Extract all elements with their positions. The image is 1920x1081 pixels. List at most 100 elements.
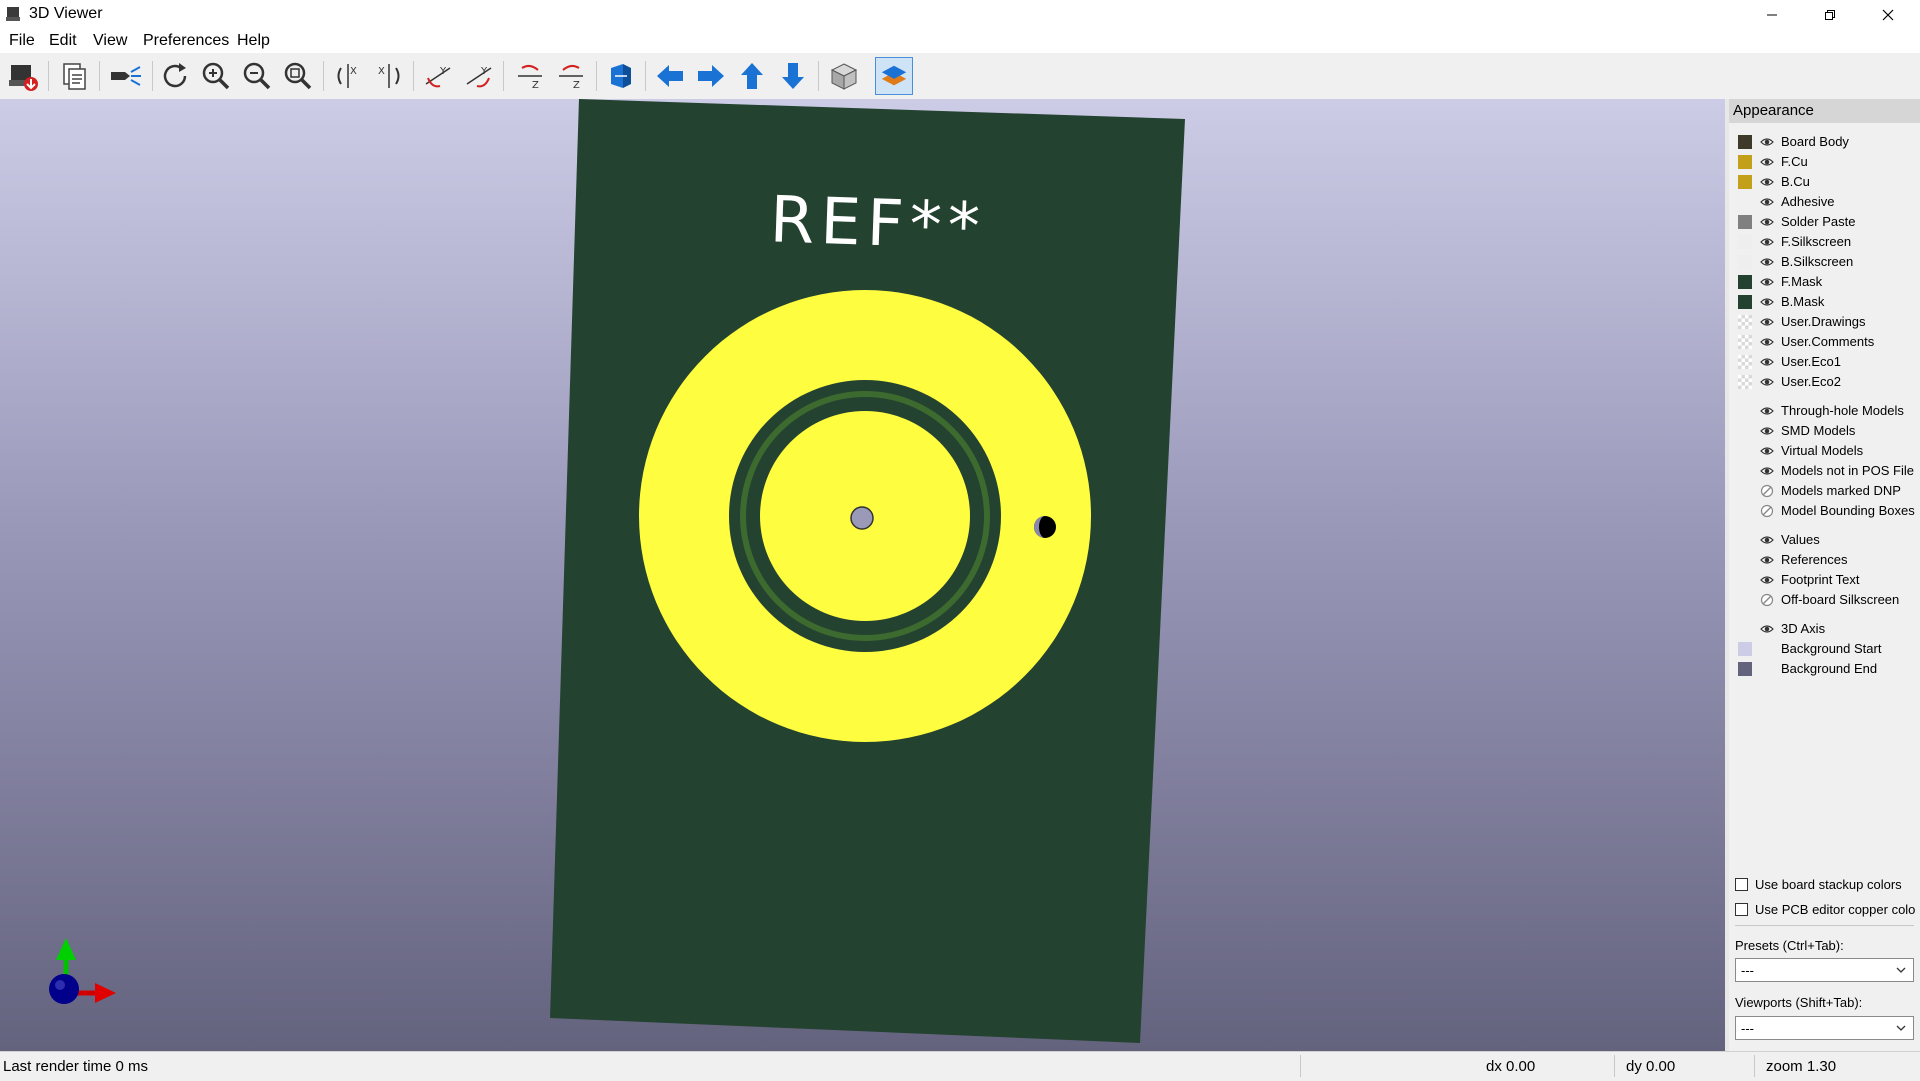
color-swatch[interactable] (1738, 135, 1752, 149)
pan-up-button[interactable] (733, 57, 771, 95)
restore-button[interactable] (1801, 0, 1859, 29)
eye-icon[interactable] (1760, 275, 1774, 289)
color-swatch[interactable] (1738, 175, 1752, 189)
color-swatch[interactable] (1738, 662, 1752, 676)
pan-right-button[interactable] (692, 57, 730, 95)
layer-row-f-cu[interactable]: F.Cu (1729, 152, 1920, 172)
eye-icon[interactable] (1760, 215, 1774, 229)
rotate-z-cw-button[interactable]: Z (511, 57, 549, 95)
eye-icon[interactable] (1760, 175, 1774, 189)
status-bar: Last render time 0 ms dx 0.00 dy 0.00 zo… (0, 1051, 1920, 1081)
models-row-through-hole[interactable]: Through-hole Models (1729, 401, 1920, 421)
misc-row-background-end[interactable]: Background End (1729, 659, 1920, 679)
layer-row-b-silkscreen[interactable]: B.Silkscreen (1729, 252, 1920, 272)
color-swatch[interactable] (1738, 155, 1752, 169)
layer-row-solder-paste[interactable]: Solder Paste (1729, 212, 1920, 232)
reload-button[interactable] (156, 57, 194, 95)
menu-file[interactable]: File (9, 32, 35, 50)
layer-row-f-silkscreen[interactable]: F.Silkscreen (1729, 232, 1920, 252)
layer-row-user-eco2[interactable]: User.Eco2 (1729, 372, 1920, 392)
pan-down-button[interactable] (774, 57, 812, 95)
rotate-x-cw-button[interactable]: X (329, 57, 367, 95)
models-row-dnp[interactable]: Models marked DNP (1729, 481, 1920, 501)
export-image-button[interactable] (4, 57, 42, 95)
layer-row-adhesive[interactable]: Adhesive (1729, 192, 1920, 212)
color-swatch[interactable] (1738, 375, 1752, 389)
layer-row-b-cu[interactable]: B.Cu (1729, 172, 1920, 192)
pan-left-button[interactable] (651, 57, 689, 95)
text-row-off-board-silkscreen[interactable]: Off-board Silkscreen (1729, 590, 1920, 610)
layer-row-user-drawings[interactable]: User.Drawings (1729, 312, 1920, 332)
eye-icon[interactable] (1760, 375, 1774, 389)
rotate-y-cw-button[interactable]: Y (419, 57, 457, 95)
close-button[interactable] (1859, 0, 1917, 29)
misc-row-background-start[interactable]: Background Start (1729, 639, 1920, 659)
rotate-x-ccw-button[interactable]: X (370, 57, 408, 95)
eye-icon[interactable] (1760, 155, 1774, 169)
layer-row-user-eco1[interactable]: User.Eco1 (1729, 352, 1920, 372)
layer-row-board-body[interactable]: Board Body (1729, 132, 1920, 152)
color-swatch[interactable] (1738, 235, 1752, 249)
models-row-not-in-pos[interactable]: Models not in POS File (1729, 461, 1920, 481)
eye-icon[interactable] (1760, 195, 1774, 209)
eye-icon[interactable] (1760, 444, 1774, 458)
menu-edit[interactable]: Edit (49, 32, 77, 50)
zoom-out-button[interactable] (238, 57, 276, 95)
text-row-footprint-text[interactable]: Footprint Text (1729, 570, 1920, 590)
layer-row-user-comments[interactable]: User.Comments (1729, 332, 1920, 352)
eye-icon[interactable] (1760, 533, 1774, 547)
viewports-select[interactable]: --- (1735, 1016, 1914, 1040)
eye-icon[interactable] (1760, 404, 1774, 418)
eye-hidden-icon[interactable] (1760, 504, 1774, 518)
flip-board-button[interactable] (602, 57, 640, 95)
3d-canvas[interactable]: REF** (0, 99, 1725, 1051)
eye-icon[interactable] (1760, 315, 1774, 329)
color-swatch[interactable] (1738, 335, 1752, 349)
menu-preferences[interactable]: Preferences (143, 32, 229, 50)
text-row-values[interactable]: Values (1729, 530, 1920, 550)
use-pcb-editor-copper-colors[interactable]: Use PCB editor copper colo (1735, 900, 1920, 920)
eye-icon[interactable] (1760, 553, 1774, 567)
eye-icon[interactable] (1760, 622, 1774, 636)
eye-icon[interactable] (1760, 295, 1774, 309)
checkbox[interactable] (1735, 903, 1748, 916)
use-board-stackup-colors[interactable]: Use board stackup colors (1735, 875, 1920, 895)
eye-hidden-icon[interactable] (1760, 484, 1774, 498)
color-swatch[interactable] (1738, 215, 1752, 229)
eye-icon[interactable] (1760, 573, 1774, 587)
rotate-z-ccw-button[interactable]: Z (552, 57, 590, 95)
layers-manager-button[interactable] (875, 57, 913, 95)
orthographic-button[interactable] (825, 57, 863, 95)
presets-select[interactable]: --- (1735, 958, 1914, 982)
layer-row-b-mask[interactable]: B.Mask (1729, 292, 1920, 312)
eye-icon[interactable] (1760, 235, 1774, 249)
eye-icon[interactable] (1760, 335, 1774, 349)
eye-icon[interactable] (1760, 355, 1774, 369)
zoom-in-button[interactable] (197, 57, 235, 95)
zoom-fit-button[interactable] (279, 57, 317, 95)
color-swatch[interactable] (1738, 355, 1752, 369)
eye-hidden-icon[interactable] (1760, 593, 1774, 607)
copy-to-clipboard-button[interactable] (55, 57, 93, 95)
menu-view[interactable]: View (93, 32, 127, 50)
rotate-y-ccw-button[interactable]: Y (460, 57, 498, 95)
color-swatch[interactable] (1738, 315, 1752, 329)
checkbox[interactable] (1735, 878, 1748, 891)
menu-help[interactable]: Help (237, 32, 270, 50)
color-swatch[interactable] (1738, 642, 1752, 656)
eye-icon[interactable] (1760, 135, 1774, 149)
eye-icon[interactable] (1760, 255, 1774, 269)
misc-row-3d-axis[interactable]: 3D Axis (1729, 619, 1920, 639)
models-row-smd[interactable]: SMD Models (1729, 421, 1920, 441)
layer-row-f-mask[interactable]: F.Mask (1729, 272, 1920, 292)
color-swatch[interactable] (1738, 275, 1752, 289)
models-row-virtual[interactable]: Virtual Models (1729, 441, 1920, 461)
raytracing-button[interactable] (106, 57, 144, 95)
eye-icon[interactable] (1760, 464, 1774, 478)
text-row-references[interactable]: References (1729, 550, 1920, 570)
color-swatch[interactable] (1738, 295, 1752, 309)
eye-icon[interactable] (1760, 424, 1774, 438)
models-row-bounding-boxes[interactable]: Model Bounding Boxes (1729, 501, 1920, 521)
minimize-button[interactable] (1743, 0, 1801, 29)
color-swatch[interactable] (1738, 255, 1752, 269)
